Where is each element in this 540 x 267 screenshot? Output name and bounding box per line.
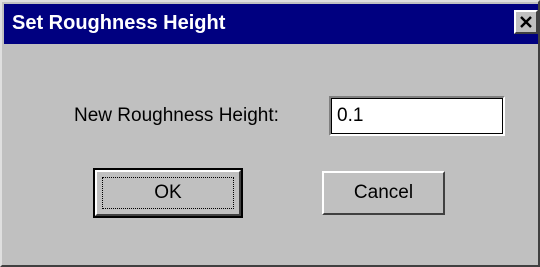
- dialog-window: Set Roughness Height New Roughness Heigh…: [0, 0, 540, 267]
- cancel-button[interactable]: Cancel: [322, 171, 445, 215]
- dialog-title: Set Roughness Height: [12, 12, 226, 34]
- roughness-height-input[interactable]: [329, 96, 505, 136]
- roughness-height-label: New Roughness Height:: [74, 105, 279, 126]
- ok-button-label: OK: [154, 182, 182, 203]
- close-icon: [520, 16, 532, 28]
- ok-button[interactable]: OK: [93, 168, 243, 218]
- close-button[interactable]: [514, 10, 538, 34]
- cancel-button-label: Cancel: [353, 182, 414, 203]
- title-bar[interactable]: Set Roughness Height: [4, 4, 538, 44]
